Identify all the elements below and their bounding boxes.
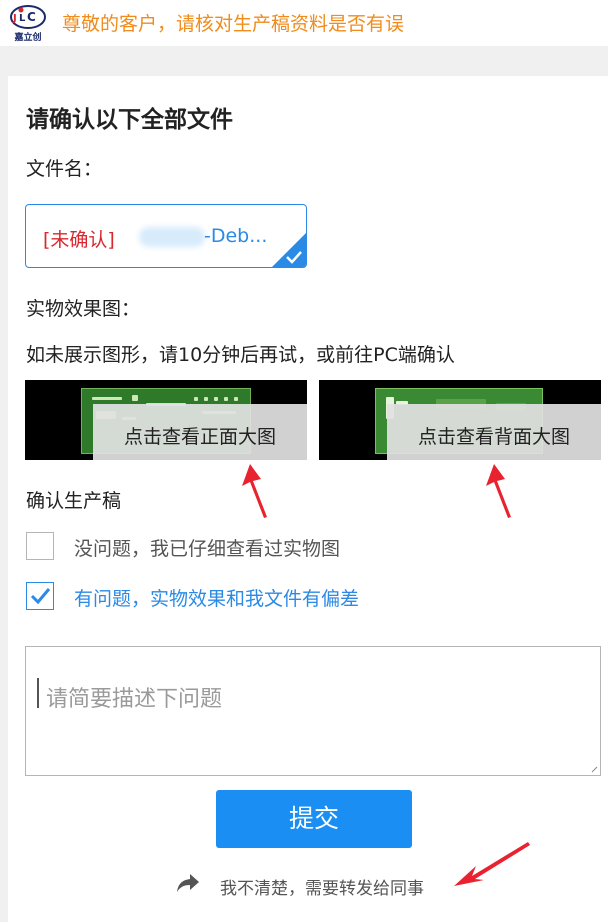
resize-handle-icon[interactable] — [590, 765, 598, 773]
problem-description-input[interactable]: 请简要描述下问题 — [25, 646, 601, 776]
file-status: [未确认] — [43, 229, 115, 251]
confirm-label: 确认生产稿 — [26, 490, 122, 512]
submit-button[interactable]: 提交 — [216, 790, 412, 848]
file-label: 文件名： — [26, 158, 103, 180]
preview-label: 实物效果图： — [26, 298, 141, 320]
top-notice-bar: J L C 嘉立创 尊敬的客户，请核对生产稿资料是否有误 — [0, 0, 608, 46]
description-placeholder: 请简要描述下问题 — [46, 687, 223, 712]
option-no-problem-label: 没问题，我已仔细查看过实物图 — [74, 538, 341, 560]
text-caret — [37, 678, 39, 708]
front-image-thumbnail[interactable]: 点击查看正面大图 — [25, 380, 307, 460]
svg-text:J: J — [12, 13, 17, 24]
forward-label: 我不清楚，需要转发给同事 — [220, 879, 424, 899]
annotation-arrow-icon — [242, 464, 267, 518]
front-image-label: 点击查看正面大图 — [123, 426, 276, 448]
logo-text: 嘉立创 — [14, 33, 42, 43]
checkbox-has-problem[interactable] — [26, 582, 54, 610]
svg-text:L: L — [19, 13, 26, 24]
notice-text: 尊敬的客户，请核对生产稿资料是否有误 — [62, 13, 405, 35]
forward-arrow-icon — [177, 874, 199, 892]
check-icon — [285, 249, 303, 264]
svg-text:C: C — [27, 10, 36, 24]
file-name: -Deb... — [204, 225, 268, 247]
back-image-label: 点击查看背面大图 — [417, 426, 570, 448]
preview-hint: 如未展示图形，请10分钟后再试，或前往PC端确认 — [26, 344, 455, 366]
page-title: 请确认以下全部文件 — [26, 107, 233, 133]
file-item[interactable]: [未确认] -Deb... — [25, 204, 307, 268]
checkbox-no-problem[interactable] — [26, 532, 54, 560]
check-icon — [30, 588, 51, 605]
confirm-card: 请确认以下全部文件 文件名： [未确认] -Deb... 实物效果图： 如未展示… — [8, 76, 608, 922]
back-image-thumbnail[interactable]: 点击查看背面大图 — [319, 380, 601, 460]
file-name-redacted — [139, 227, 205, 247]
annotation-arrow-icon — [486, 464, 511, 518]
annotation-arrow-icon — [454, 842, 530, 886]
logo-icon: J L C 嘉立创 — [8, 4, 48, 43]
option-has-problem-label: 有问题，实物效果和我文件有偏差 — [74, 588, 360, 610]
